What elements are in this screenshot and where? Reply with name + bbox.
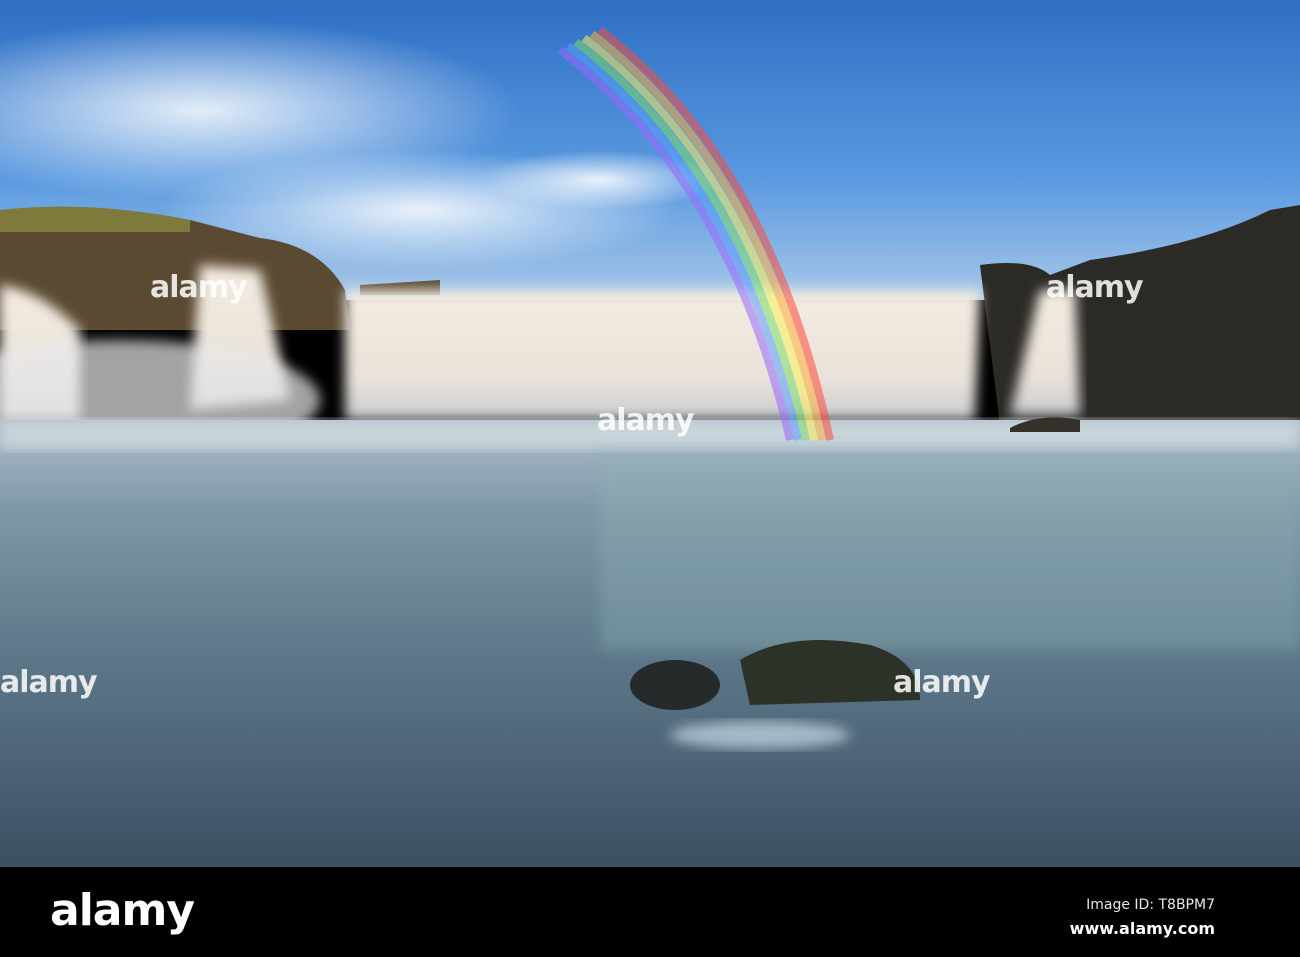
waterfall-rainbow-photo: alamy alamy alamy alamy alamy bbox=[0, 0, 1300, 867]
footer-bar: alamy Image ID: T8BPM7 www.alamy.com bbox=[0, 867, 1300, 957]
watermark-logo: alamy bbox=[0, 665, 98, 700]
alamy-logo: alamy bbox=[50, 885, 195, 936]
waterfall-main bbox=[345, 290, 980, 420]
image-id: Image ID: T8BPM7 bbox=[1086, 897, 1215, 913]
watermark-logo: alamy bbox=[893, 665, 991, 700]
watermark-logo: alamy bbox=[150, 270, 248, 305]
site-url: www.alamy.com bbox=[1069, 919, 1215, 938]
watermark-logo: alamy bbox=[597, 403, 695, 438]
watermark-logo: alamy bbox=[1046, 270, 1144, 305]
